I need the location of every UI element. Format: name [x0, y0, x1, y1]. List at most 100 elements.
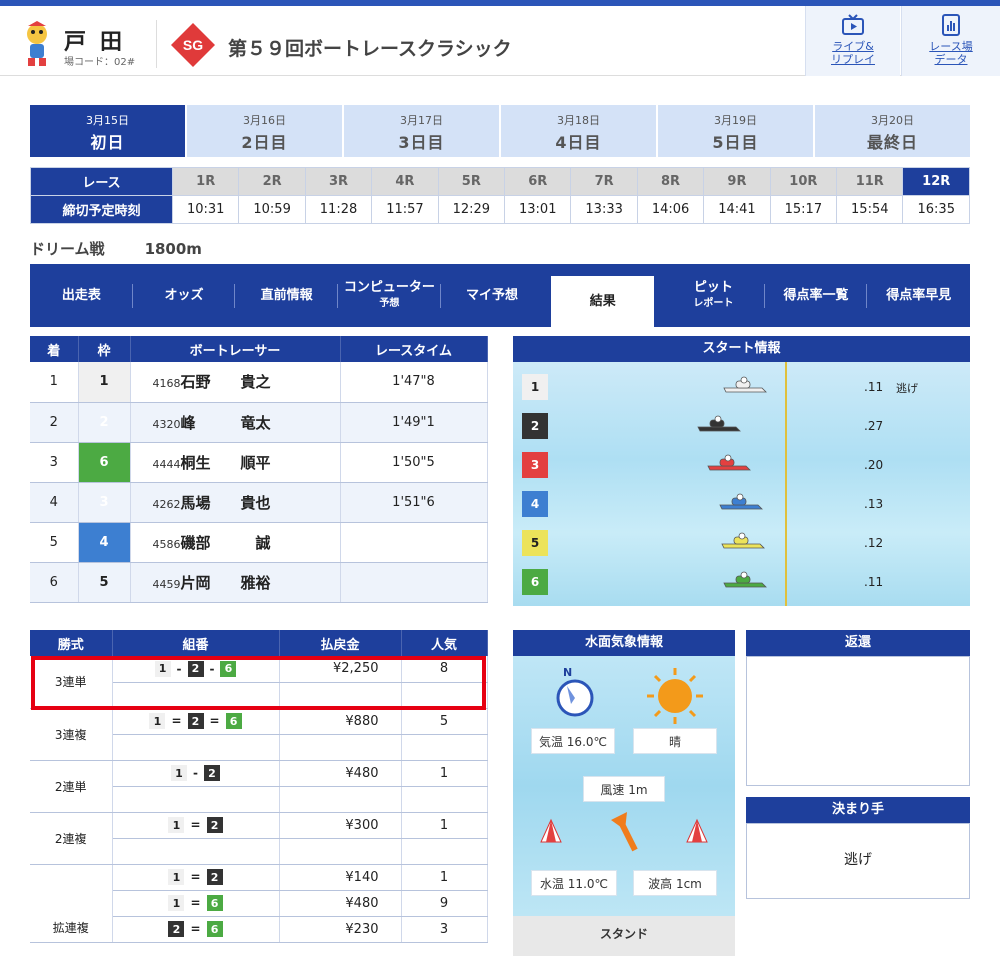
day-tab-5[interactable]: 3月19日 5日目 — [658, 105, 813, 157]
day-tab-4[interactable]: 3月18日 4日目 — [501, 105, 656, 157]
payout-kind: 拡連複 — [30, 864, 113, 943]
racer-name[interactable]: 桐生 順平 — [181, 452, 291, 473]
payout-popularity: 1 — [401, 760, 488, 787]
tab-sublabel: 予想 — [379, 297, 400, 309]
tab-3[interactable]: コンピューター 予想 — [338, 264, 441, 327]
empty-cell — [112, 838, 280, 865]
payout-combination: 1 = 2 — [112, 864, 280, 891]
payout-popularity: 3 — [401, 916, 488, 943]
race-8R[interactable]: 8R — [636, 167, 705, 196]
racer-name[interactable]: 磯部 誠 — [181, 532, 291, 553]
header-divider — [156, 20, 157, 68]
compass-north-label: N — [563, 666, 572, 679]
tab-7[interactable]: 得点率一覧 — [765, 264, 868, 327]
start-timing: .11 — [864, 575, 884, 589]
tab-4[interactable]: マイ予想 — [441, 264, 544, 327]
day-tab-2[interactable]: 3月16日 2日目 — [187, 105, 342, 157]
day-date: 3月19日 — [714, 114, 757, 127]
race-deadline-5R: 12:29 — [437, 195, 506, 224]
venue-name: 戸田 — [64, 30, 137, 55]
weather-panel: N 気温 16.0℃ 晴 風速 1m 水温 11.0℃ 波高 1cm — [513, 656, 735, 916]
result-racer: 4320峰 竜太 — [130, 402, 341, 443]
day-tab-6[interactable]: 3月20日 最終日 — [815, 105, 970, 157]
result-race-time: 1'47"8 — [340, 362, 488, 403]
sun-icon — [647, 668, 703, 724]
race-4R[interactable]: 4R — [371, 167, 439, 196]
race-9R[interactable]: 9R — [703, 167, 771, 196]
combo-boat: 2 — [206, 869, 223, 885]
race-11R[interactable]: 11R — [836, 167, 904, 196]
flag-right-icon — [686, 818, 708, 843]
combo-boat: 2 — [168, 921, 185, 937]
refund-header: 返還 — [746, 630, 970, 656]
tab-label: 結果 — [589, 293, 616, 309]
combo-wrap: 1 = 2 — [113, 869, 279, 885]
empty-cell — [279, 786, 402, 813]
result-waku: 3 — [78, 482, 131, 523]
race-selector-table: レース 1R 2R 3R 4R 5R 6R 7R 8R 9R 10R 11R 12R 締切予定時刻 1… — [30, 167, 970, 224]
result-racer: 4444桐生 順平 — [130, 442, 341, 483]
combo-boat: 6 — [206, 921, 223, 937]
combo-boat: 1 — [168, 817, 185, 833]
tab-2[interactable]: 直前情報 — [235, 264, 339, 327]
race-3R[interactable]: 3R — [304, 167, 373, 196]
result-waku: 4 — [78, 522, 131, 563]
col-payout: 払戻金 — [279, 630, 402, 656]
race-1R[interactable]: 1R — [171, 167, 240, 196]
racer-reg-number: 4444 — [152, 457, 181, 471]
day-tab-3[interactable]: 3月17日 3日目 — [344, 105, 499, 157]
combo-wrap: 1 = 6 — [113, 895, 279, 911]
result-place: 4 — [30, 482, 79, 523]
day-name: 5日目 — [712, 133, 759, 152]
tab-label-wrap: オッズ — [165, 288, 204, 304]
race-5R[interactable]: 5R — [437, 167, 506, 196]
boat-icon — [719, 493, 763, 510]
tab-label-wrap: 得点率早見 — [886, 288, 951, 304]
payout-row: 3連複 1 = 2 = 6 ¥880 5 — [30, 708, 488, 761]
day-tab-1[interactable]: 3月15日 初日 — [30, 105, 185, 157]
payout-combination: 2 = 6 — [112, 916, 280, 943]
combo-boat: 1 — [168, 895, 185, 911]
payout-kind: 3連複 — [30, 708, 113, 761]
combo-sep: - — [193, 766, 198, 780]
race-deadline-1R: 10:31 — [171, 195, 240, 224]
result-row: 6 5 4459片岡 雅裕 — [30, 562, 488, 603]
tab-8[interactable]: 得点率早見 — [867, 264, 970, 327]
col-waku: 枠 — [78, 336, 131, 362]
tab-label: 得点率一覧 — [783, 287, 849, 303]
race-info: ドリーム戦 1800m — [30, 238, 202, 259]
empty-cell — [401, 734, 488, 761]
tab-6[interactable]: ピット レポート — [662, 264, 765, 327]
tab-sublabel: レポート — [693, 297, 734, 309]
time-row-label: 締切予定時刻 — [30, 195, 173, 224]
race-7R[interactable]: 7R — [570, 167, 638, 196]
race-deadline-11R: 15:54 — [836, 195, 904, 224]
race-12R[interactable]: 12R — [902, 167, 970, 196]
empty-cell — [401, 838, 488, 865]
racer-name[interactable]: 峰 竜太 — [181, 412, 291, 433]
live-replay-button[interactable]: ライブ& リプレイ — [805, 6, 900, 76]
racer-name[interactable]: 片岡 雅裕 — [181, 572, 291, 593]
tab-label: オッズ — [164, 287, 204, 303]
day-name: 最終日 — [866, 133, 918, 152]
tab-5[interactable]: 結果 — [551, 276, 655, 327]
combo-wrap: 2 = 6 — [113, 921, 279, 937]
tab-0[interactable]: 出走表 — [30, 264, 133, 327]
race-6R[interactable]: 6R — [504, 167, 572, 196]
race-2R[interactable]: 2R — [238, 167, 306, 196]
tab-1[interactable]: オッズ — [133, 264, 236, 327]
col-race-time: レースタイム — [340, 336, 488, 362]
venue-data-button[interactable]: レース場 データ — [901, 6, 1000, 76]
start-course-box: 5 — [522, 530, 548, 556]
tab-label-wrap: 出走表 — [62, 288, 101, 304]
race-deadline-8R: 14:06 — [636, 195, 705, 224]
racer-name[interactable]: 石野 貴之 — [181, 371, 291, 392]
result-place: 1 — [30, 362, 79, 403]
result-race-time: 1'51"6 — [340, 482, 488, 523]
combo-sep: = — [190, 896, 201, 910]
race-name: ドリーム戦 — [30, 240, 105, 258]
racer-name[interactable]: 馬場 貴也 — [181, 492, 291, 513]
combo-boat: 2 — [187, 713, 204, 729]
race-10R[interactable]: 10R — [769, 167, 838, 196]
payout-row: 2連単 1-2 ¥480 1 — [30, 760, 488, 813]
